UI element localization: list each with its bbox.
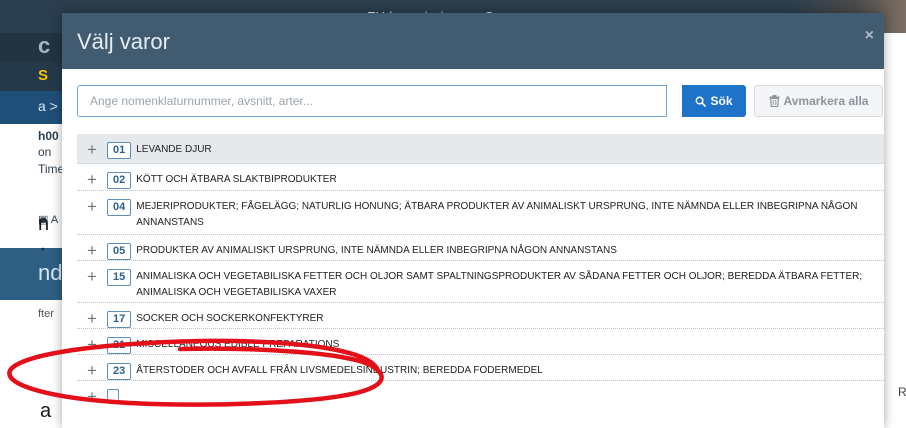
chapter-code: 02 <box>107 172 132 189</box>
plus-icon[interactable]: + <box>77 336 107 353</box>
list-item[interactable]: + 15 ANIMALISKA OCH VEGETABILISKA FETTER… <box>77 261 884 303</box>
list-item[interactable]: + 17 SOCKER OCH SOCKERKONFEKTYRER <box>77 303 884 329</box>
deselect-all-button[interactable]: Avmarkera alla <box>754 85 883 117</box>
chapter-label: MEJERIPRODUKTER; FÅGELÄGG; NATURLIG HONU… <box>136 201 858 228</box>
plus-icon[interactable]: + <box>77 310 107 327</box>
background-breadcrumb-bar: a > <box>0 91 62 124</box>
close-icon[interactable]: × <box>865 27 874 45</box>
chapter-code: 04 <box>107 199 132 216</box>
list-item[interactable]: + 21 MISCELLANEOUS EDIBLE PREPARATIONS <box>77 329 884 355</box>
search-button-label: Sök <box>710 94 733 108</box>
chapter-label: PRODUKTER AV ANIMALISKT URSPRUNG, INTE N… <box>136 245 617 256</box>
search-button[interactable]: Sök <box>682 85 746 117</box>
list-item-partial: + <box>77 381 884 405</box>
chapter-code: 21 <box>107 337 132 354</box>
chapter-code-partial <box>107 389 119 400</box>
chapter-label: MISCELLANEOUS EDIBLE PREPARATIONS <box>136 339 340 350</box>
chapter-code: 05 <box>107 243 132 260</box>
modal-header: Välj varor × <box>62 13 884 69</box>
background-nav-bar: S <box>0 63 62 91</box>
chapter-code: 15 <box>107 269 132 286</box>
search-input[interactable] <box>77 85 667 117</box>
select-goods-modal: Välj varor × Sök Avmarkera alla + 01 <box>62 13 884 428</box>
goods-list: + 01 LEVANDE DJUR + 02 KÖTT OCH ÄTBARA S… <box>77 134 884 405</box>
bg-fragment: h00 <box>38 129 59 143</box>
background-heading-bar: nd <box>0 248 62 300</box>
plus-icon[interactable]: + <box>77 362 107 379</box>
chapter-label: SOCKER OCH SOCKERKONFEKTYRER <box>136 313 324 324</box>
plus-icon[interactable]: + <box>77 171 107 188</box>
chapter-label: ANIMALISKA OCH VEGETABILISKA FETTER OCH … <box>136 271 863 298</box>
magnifier-icon <box>696 96 707 107</box>
list-item[interactable]: + 01 LEVANDE DJUR <box>77 134 884 164</box>
chapter-code: 17 <box>107 311 132 328</box>
list-item[interactable]: + 02 KÖTT OCH ÄTBARA SLAKTBIPRODUKTER <box>77 164 884 191</box>
bg-fragment: fter <box>38 308 54 320</box>
search-row: Sök Avmarkera alla <box>77 85 884 117</box>
background-logo-bar: c <box>0 33 62 63</box>
plus-icon[interactable]: + <box>77 141 107 158</box>
deselect-all-label: Avmarkera alla <box>783 94 869 108</box>
background-right-edge: R- <box>884 33 906 428</box>
chapter-label: LEVANDE DJUR <box>136 144 212 155</box>
list-item[interactable]: + 23 ÅTERSTODER OCH AVFALL FRÅN LIVSMEDE… <box>77 355 884 381</box>
list-item[interactable]: + 05 PRODUKTER AV ANIMALISKT URSPRUNG, I… <box>77 235 884 261</box>
bg-fragment: . <box>40 233 46 255</box>
bg-fragment: Time <box>38 162 62 176</box>
bg-fragment: a <box>40 400 52 422</box>
chapter-code: 23 <box>107 363 132 380</box>
plus-icon[interactable]: + <box>77 242 107 259</box>
trash-icon <box>769 95 780 107</box>
chapter-code: 01 <box>107 142 132 159</box>
bg-fragment: on <box>38 145 52 159</box>
modal-title: Välj varor <box>77 29 170 54</box>
plus-icon[interactable]: + <box>77 198 107 215</box>
chapter-label: ÅTERSTODER OCH AVFALL FRÅN LIVSMEDELSIND… <box>136 365 543 376</box>
plus-icon: + <box>87 387 97 406</box>
list-item[interactable]: + 04 MEJERIPRODUKTER; FÅGELÄGG; NATURLIG… <box>77 191 884 235</box>
chapter-label: KÖTT OCH ÄTBARA SLAKTBIPRODUKTER <box>136 174 337 185</box>
plus-icon[interactable]: + <box>77 268 107 285</box>
